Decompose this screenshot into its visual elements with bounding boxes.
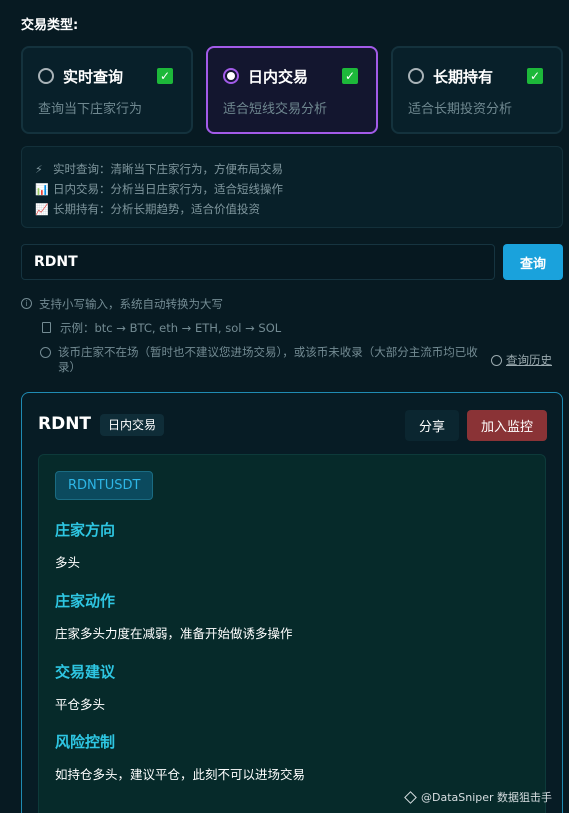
section-value-advice: 平仓多头 [55,697,106,712]
info-text: 日内交易：分析当日庄家行为，适合短线操作 [53,182,283,196]
info-row: ⚡ 实时查询：清晰当下庄家行为，方便布局交易 [35,159,562,179]
lightning-icon: ⚡ [35,162,43,176]
trade-type-badge: 日内交易 [100,414,165,436]
trade-type-desc: 适合长期投资分析 [408,102,513,117]
trading-pair-tag: RDNTUSDT [55,471,154,500]
result-card: RDNT 日内交易 分享 加入监控 RDNTUSDT 庄家方向 多头 庄家动作 … [21,392,563,813]
checkbox-checked-icon[interactable]: ✓ [342,68,358,84]
query-history-link[interactable]: 查询历史 [491,352,552,368]
logo-icon [404,790,417,804]
trade-type-longterm[interactable]: 长期持有 ✓ 适合长期投资分析 [391,46,563,134]
trade-type-desc: 适合短线交易分析 [223,102,328,117]
info-text: 实时查询：清晰当下庄家行为，方便布局交易 [53,162,283,176]
query-button[interactable]: 查询 [503,244,563,280]
history-label[interactable]: 查询历史 [506,352,552,368]
trade-type-intraday[interactable]: 日内交易 ✓ 适合短线交易分析 [206,46,378,134]
trend-chart-icon: 📈 [35,202,49,216]
section-title-advice: 交易建议 [55,663,116,681]
analysis-panel: RDNTUSDT 庄家方向 多头 庄家动作 庄家多头力度在减弱，准备开始做诱多操… [38,454,546,813]
section-title-action: 庄家动作 [55,592,116,610]
radio-icon[interactable] [38,68,54,84]
trade-type-group: 实时查询 ✓ 查询当下庄家行为 日内交易 ✓ 适合短线交易分析 长期持有 ✓ 适… [21,46,563,134]
trade-type-title: 实时查询 [63,68,124,86]
info-text: 长期持有：分析长期趋势，适合价值投资 [53,202,260,216]
info-row: 📈 长期持有：分析长期趋势，适合价值投资 [35,199,562,219]
hint-text: 该币庄家不在场（暂时也不建议您进场交易），或该币未收录（大部分主流币均已收录） [58,345,478,374]
radio-icon[interactable] [408,68,424,84]
watermark: @DataSniper 数据狙击手 [404,789,553,805]
hint-notice: 该币庄家不在场（暂时也不建议您进场交易），或该币未收录（大部分主流币均已收录） [40,345,485,375]
section-value-direction: 多头 [55,555,81,570]
clock-icon [40,347,51,358]
section-label: 交易类型: [21,18,79,33]
trade-type-info-box: ⚡ 实时查询：清晰当下庄家行为，方便布局交易 📊 日内交易：分析当日庄家行为，适… [21,146,563,228]
trade-type-realtime[interactable]: 实时查询 ✓ 查询当下庄家行为 [21,46,193,134]
hint-text: 支持小写输入，系统自动转换为大写 [39,297,223,311]
checkbox-checked-icon[interactable]: ✓ [157,68,173,84]
trade-type-title: 长期持有 [433,68,494,86]
clock-icon [491,354,502,366]
add-monitor-button[interactable]: 加入监控 [467,410,547,441]
checkbox-checked-icon[interactable]: ✓ [527,68,543,84]
section-value-action: 庄家多头力度在减弱，准备开始做诱多操作 [55,626,293,641]
hint-lowercase: i 支持小写输入，系统自动转换为大写 [21,296,223,312]
trade-type-desc: 查询当下庄家行为 [38,102,143,117]
result-symbol: RDNT [38,414,92,434]
info-row: 📊 日内交易：分析当日庄家行为，适合短线操作 [35,179,562,199]
watermark-text: @DataSniper 数据狙击手 [421,791,553,804]
trade-type-title: 日内交易 [248,68,309,86]
section-title-direction: 庄家方向 [55,521,116,539]
symbol-search-input[interactable] [21,244,495,280]
bar-chart-icon: 📊 [35,182,49,196]
info-icon: i [21,298,32,309]
document-icon [42,322,51,333]
section-title-risk: 风险控制 [55,733,116,751]
hint-text: 示例：btc → BTC, eth → ETH, sol → SOL [60,321,282,335]
radio-selected-icon[interactable] [223,68,239,84]
section-value-risk: 如持仓多头，建议平仓，此刻不可以进场交易 [55,767,306,782]
share-button[interactable]: 分享 [405,410,459,441]
hint-example: 示例：btc → BTC, eth → ETH, sol → SOL [42,320,281,336]
